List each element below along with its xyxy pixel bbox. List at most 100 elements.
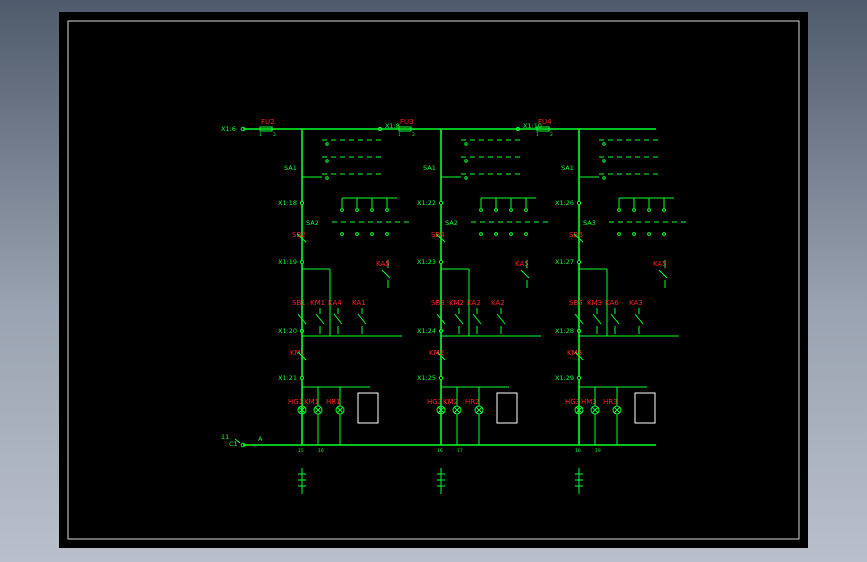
lamp-cross <box>591 406 599 414</box>
selector-contact <box>464 159 468 163</box>
lamp-label: HG1 <box>288 398 303 406</box>
lamp-housing <box>634 392 656 424</box>
selector-contact <box>602 159 606 163</box>
lamp-cross <box>475 406 483 414</box>
terminal-label: X1:26 <box>555 199 574 207</box>
sa2-contact-lower <box>385 232 389 236</box>
sa2-contact-lower <box>647 232 651 236</box>
circuit-2: FU3X1:8 1 2 SA1 X1:22 X1:23 X1:24 X1:25 SA2SB4 KA… <box>377 118 551 494</box>
feed-terminal-label: X1:10 <box>523 122 542 130</box>
holding-contact-symbol <box>357 308 367 334</box>
terminal-label: X1:18 <box>278 199 297 207</box>
holding-contact-symbol <box>454 308 464 334</box>
bottom-wire-number: 17 <box>457 448 463 454</box>
neutral-mark: A <box>258 435 263 443</box>
holding-contact-label: KM2 <box>449 299 464 307</box>
holding-contact-symbol <box>496 308 506 334</box>
terminal-dot <box>576 259 582 265</box>
bottom-wire-number: 16 <box>318 448 324 454</box>
terminal-dot <box>438 259 444 265</box>
holding-contact-symbol <box>315 308 325 334</box>
terminal-dot <box>299 375 305 381</box>
control-circuit-schematic: .w { stroke: #00ff2a; stroke-width: 1.6;… <box>67 20 800 540</box>
fuse-pin: 2 <box>273 132 276 138</box>
holding-contact-symbol <box>333 308 343 334</box>
selector-contact <box>325 159 329 163</box>
circuit-3: FU4X1:101 2SA1X1:26X1:27X1:28X1:29SA3SB6K… <box>515 118 689 494</box>
sa2-contact-lower <box>617 232 621 236</box>
lamp-cross <box>613 406 621 414</box>
lamp-label: HR3 <box>603 398 618 406</box>
sa2-contact <box>647 208 651 212</box>
lamp-housing <box>357 392 379 424</box>
bottom-wire-number: 18 <box>575 448 581 454</box>
sa2-contact <box>494 208 498 212</box>
lamp-label: HR1 <box>326 398 341 406</box>
holding-contact-label: KA4 <box>328 299 342 307</box>
holding-contact-label: KA2 <box>491 299 505 307</box>
holding-contact-label: SB5 <box>569 299 583 307</box>
fuse-pin: 1 <box>536 132 539 138</box>
sa2-contact <box>479 208 483 212</box>
terminal-label: X1:25 <box>417 374 436 382</box>
sa2-contact-lower <box>494 232 498 236</box>
selector-label: SA1 <box>284 164 297 172</box>
coil-label: KM1 <box>290 349 305 357</box>
sa2-contact-lower <box>632 232 636 236</box>
sa2-contact <box>632 208 636 212</box>
selector2-label: SA3 <box>583 219 596 227</box>
drawing-canvas[interactable]: .w { stroke: #00ff2a; stroke-width: 1.6;… <box>59 12 808 548</box>
coil-label: KM2 <box>429 349 444 357</box>
sa2-contact <box>509 208 513 212</box>
holding-contact-symbol <box>472 308 482 334</box>
holding-contact-label: KA6 <box>605 299 619 307</box>
lamp-housing <box>496 392 518 424</box>
top-terminal-label: X1:6 <box>221 125 236 133</box>
sa2-contact-lower <box>524 232 528 236</box>
ka5-label: KA5 <box>653 260 667 268</box>
selector-contact <box>602 176 606 180</box>
lamp-label: HG3 <box>565 398 580 406</box>
holding-contact-label: KM1 <box>310 299 325 307</box>
terminal-label: X1:24 <box>417 327 436 335</box>
terminal-label: X1:22 <box>417 199 436 207</box>
terminal-dot <box>576 375 582 381</box>
sa2-contact <box>370 208 374 212</box>
terminal-dot <box>438 200 444 206</box>
selector-label: SA1 <box>561 164 574 172</box>
terminal-label: X1:29 <box>555 374 574 382</box>
selector-contact <box>464 142 468 146</box>
coil-label: KM3 <box>567 349 582 357</box>
lamp-label: HG2 <box>427 398 442 406</box>
sa2-contact <box>617 208 621 212</box>
fuse-pin: 2 <box>412 132 415 138</box>
holding-contact-label: KA1 <box>352 299 366 307</box>
selector-contact <box>602 142 606 146</box>
holding-contact-symbol <box>610 308 620 334</box>
selector-contact <box>325 142 329 146</box>
selector2-label: SA2 <box>306 219 319 227</box>
fuse-pin: 1 <box>259 132 262 138</box>
lamp-cross <box>453 406 461 414</box>
holding-contact-symbol <box>592 308 602 334</box>
bottom-wire-number: 16 <box>437 448 443 454</box>
holding-contact-label: KA2 <box>467 299 481 307</box>
holding-contact-label: SB1 <box>292 299 306 307</box>
sa2-contact-lower <box>370 232 374 236</box>
sa2-contact <box>340 208 344 212</box>
lamp-label: KM1 <box>304 398 319 406</box>
terminal-label: X1:23 <box>417 258 436 266</box>
terminal-dot <box>438 375 444 381</box>
title-border <box>67 20 800 540</box>
start-button-label: SB6 <box>569 231 583 239</box>
selector-label: SA1 <box>423 164 436 172</box>
lamp-cross <box>314 406 322 414</box>
fuse-label: FU2 <box>261 118 275 126</box>
holding-contact-label: KM3 <box>587 299 602 307</box>
feed-terminal-label: X1:8 <box>385 122 400 130</box>
terminal-label: X1:28 <box>555 327 574 335</box>
sa2-contact <box>524 208 528 212</box>
bottom-wire-number: 15 <box>298 448 304 454</box>
sa2-contact-lower <box>479 232 483 236</box>
terminal-strip-symbol <box>575 468 583 494</box>
